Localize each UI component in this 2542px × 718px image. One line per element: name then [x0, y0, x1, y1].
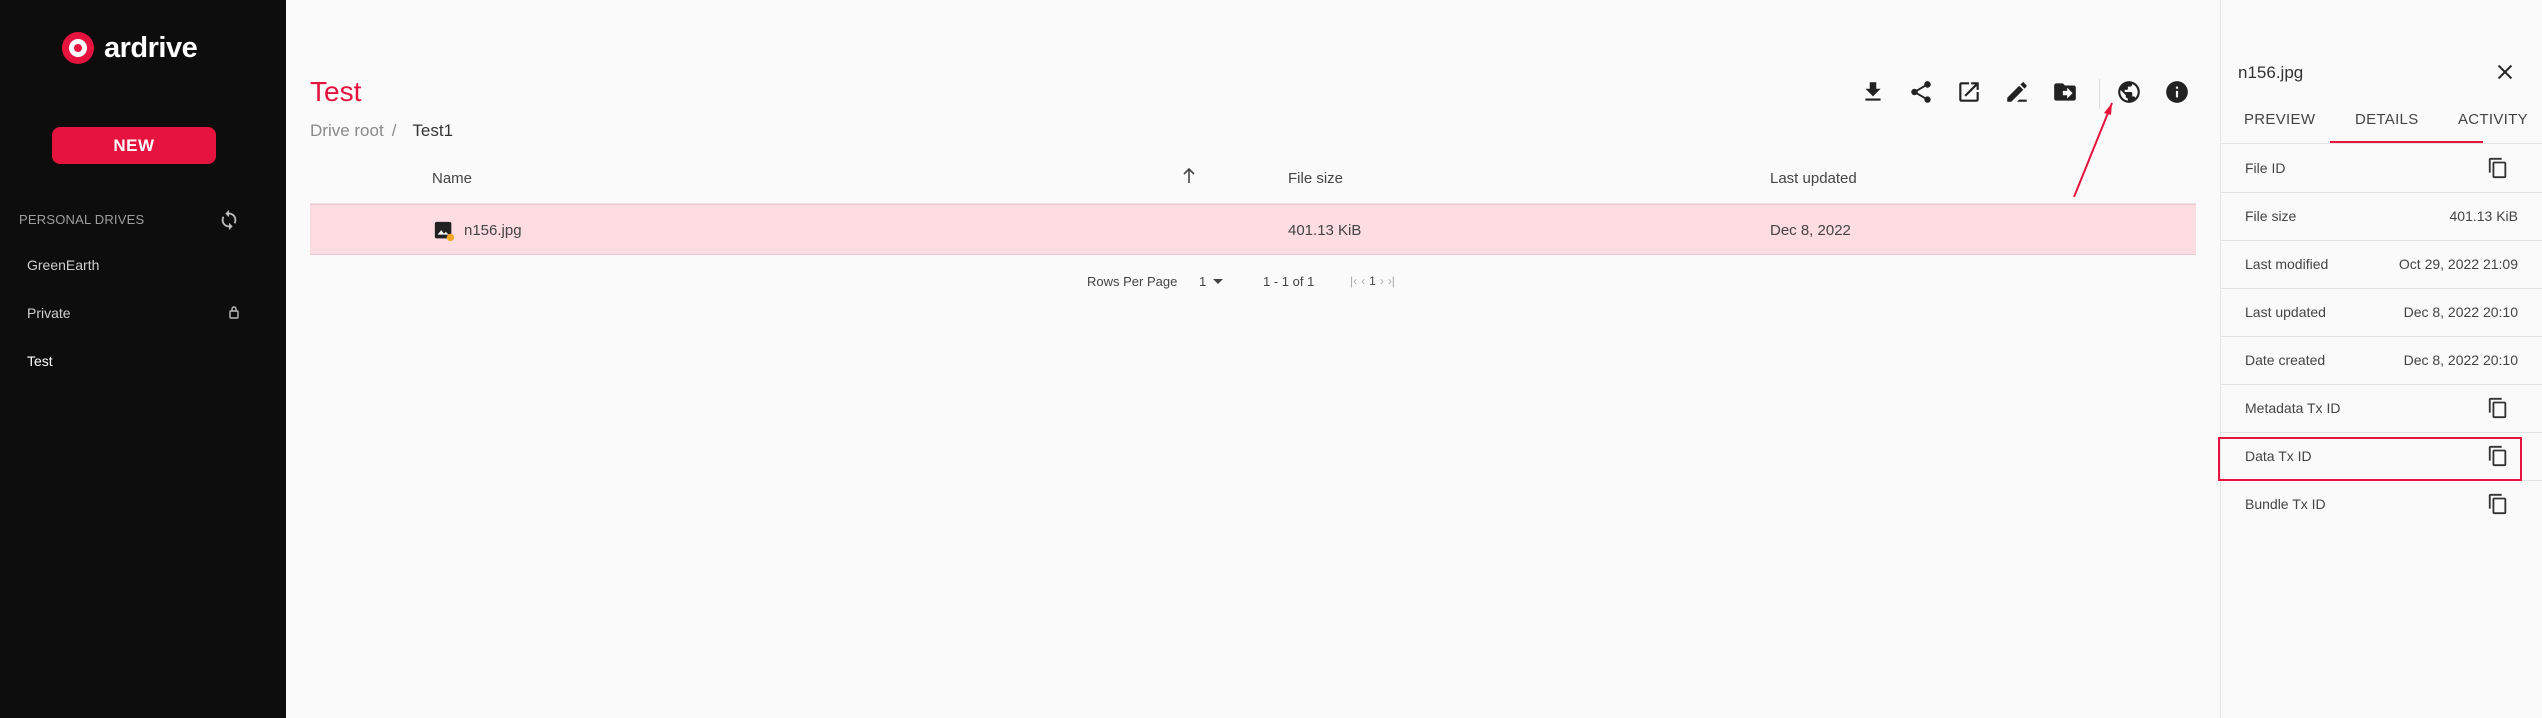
- column-header-name[interactable]: Name: [432, 170, 472, 187]
- chevron-down-icon[interactable]: [1212, 278, 1224, 286]
- sidebar-item-test[interactable]: Test: [27, 353, 53, 369]
- image-file-icon: [433, 220, 455, 242]
- last-page-icon[interactable]: ›|: [1388, 274, 1395, 288]
- share-icon[interactable]: [1908, 79, 1934, 105]
- detail-label-file-id: File ID: [2245, 160, 2286, 176]
- annotation-arrow-globe: [2073, 102, 2113, 198]
- detail-label-file-size: File size: [2245, 208, 2297, 224]
- breadcrumb-current: Test1: [412, 121, 454, 140]
- file-name-cell: n156.jpg: [464, 222, 522, 239]
- copy-icon[interactable]: [2487, 492, 2509, 516]
- column-header-file-size[interactable]: File size: [1288, 170, 1343, 187]
- new-button[interactable]: NEW: [52, 127, 216, 164]
- file-size-cell: 401.13 KiB: [1288, 222, 1362, 239]
- ardrive-logo-icon: [62, 32, 94, 64]
- annotation-highlight-box: [2218, 437, 2522, 481]
- pagination-controls: |‹ ‹ 1 › ›|: [1350, 274, 1395, 288]
- table-row[interactable]: [310, 204, 2196, 255]
- sidebar-item-private[interactable]: Private: [27, 305, 71, 321]
- column-header-last-updated[interactable]: Last updated: [1770, 170, 1857, 187]
- close-icon[interactable]: [2494, 61, 2516, 83]
- rows-per-page-value: 1: [1199, 274, 1207, 289]
- copy-icon[interactable]: [2487, 396, 2509, 420]
- detail-label-date-created: Date created: [2245, 352, 2326, 368]
- page-title: Test: [310, 76, 362, 107]
- rows-per-page-select[interactable]: 1: [1199, 274, 1206, 289]
- detail-value-last-modified: Oct 29, 2022 21:09: [2398, 256, 2518, 272]
- last-updated-cell: Dec 8, 2022: [1770, 222, 1851, 239]
- previous-page-icon[interactable]: ‹: [1361, 274, 1365, 288]
- tab-activity[interactable]: ACTIVITY: [2458, 111, 2528, 128]
- breadcrumb-separator: /: [391, 121, 397, 140]
- next-page-icon[interactable]: ›: [1380, 274, 1384, 288]
- details-panel-title: n156.jpg: [2238, 63, 2304, 82]
- sort-arrow-up-icon[interactable]: [1181, 167, 1197, 185]
- detail-label-last-updated: Last updated: [2245, 304, 2326, 320]
- detail-value-last-updated: Dec 8, 2022 20:10: [2403, 304, 2518, 320]
- lock-icon: [228, 305, 240, 319]
- breadcrumb-root[interactable]: Drive root: [310, 121, 384, 141]
- download-icon[interactable]: [1860, 79, 1886, 105]
- first-page-icon[interactable]: |‹: [1350, 274, 1357, 288]
- detail-label-metadata-tx-id: Metadata Tx ID: [2245, 400, 2341, 416]
- brand-name: ardrive: [104, 31, 198, 64]
- current-page-number: 1: [1369, 274, 1376, 288]
- tab-preview[interactable]: PREVIEW: [2244, 111, 2315, 128]
- tab-details[interactable]: DETAILS: [2355, 111, 2419, 128]
- detail-value-date-created: Dec 8, 2022 20:10: [2403, 352, 2518, 368]
- rows-per-page-label: Rows Per Page: [1087, 274, 1178, 289]
- detail-label-last-modified: Last modified: [2245, 256, 2329, 272]
- ardrive-logo[interactable]: ardrive: [60, 30, 198, 66]
- active-tab-indicator: [2330, 141, 2483, 143]
- sidebar-item-greenearth[interactable]: GreenEarth: [27, 257, 99, 273]
- detail-value-file-size: 401.13 KiB: [2449, 208, 2519, 224]
- sync-icon[interactable]: [218, 209, 240, 231]
- info-icon[interactable]: [2164, 79, 2190, 105]
- personal-drives-label: PERSONAL DRIVES: [19, 212, 145, 227]
- copy-icon[interactable]: [2487, 156, 2509, 180]
- detail-label-bundle-tx-id: Bundle Tx ID: [2245, 496, 2326, 512]
- rename-icon[interactable]: [2004, 79, 2030, 105]
- breadcrumb: Drive root / Test1: [310, 121, 453, 141]
- pagination-range: 1 - 1 of 1: [1263, 274, 1315, 289]
- open-external-icon[interactable]: [1956, 79, 1982, 105]
